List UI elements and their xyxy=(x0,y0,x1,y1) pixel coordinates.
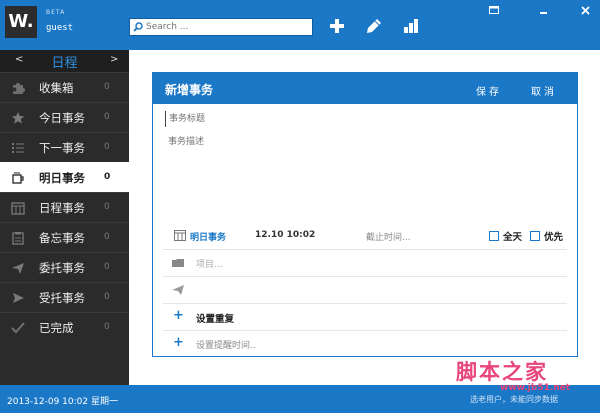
calendar-icon xyxy=(11,202,25,215)
clipboard-icon xyxy=(12,232,24,245)
stats-button[interactable] xyxy=(401,16,421,36)
task-title-input[interactable] xyxy=(165,111,565,127)
save-button[interactable]: 保存 xyxy=(476,83,502,98)
search-icon xyxy=(133,22,143,32)
folder-icon xyxy=(172,259,184,267)
window-menu-button[interactable] xyxy=(488,5,500,15)
reminder-row[interactable]: + 设置提醒时间.. xyxy=(163,330,567,356)
task-description-input[interactable] xyxy=(168,134,568,224)
send-icon xyxy=(12,263,24,274)
sidebar-item-entrusted[interactable]: 受托事务 0 xyxy=(0,282,129,312)
sidebar-item-completed[interactable]: 已完成 0 xyxy=(0,312,129,342)
close-icon xyxy=(580,5,590,15)
list-icon xyxy=(12,143,24,153)
reminder-setting[interactable]: 设置提醒时间.. xyxy=(196,338,256,351)
status-datetime: 2013-12-09 10:02 星期一 xyxy=(7,397,118,407)
pencil-icon xyxy=(367,19,381,33)
search-input[interactable] xyxy=(146,20,310,34)
repeat-row[interactable]: + 设置重复 xyxy=(163,303,567,329)
sidebar-item-next[interactable]: 下一事务 0 xyxy=(0,132,129,162)
add-reminder-icon: + xyxy=(173,335,184,350)
minimize-button[interactable] xyxy=(537,5,549,15)
project-row[interactable]: 项目... xyxy=(163,249,567,275)
watermark-logo: 脚本之家 xyxy=(456,360,548,384)
deadline-field[interactable]: 截止时间... xyxy=(366,230,411,243)
priority-checkbox[interactable] xyxy=(530,231,540,241)
sidebar-item-memo[interactable]: 备忘事务 0 xyxy=(0,222,129,252)
sidebar-item-today[interactable]: 今日事务 0 xyxy=(0,102,129,132)
due-row: 明日事务 12.10 10:02 截止时间... 全天 优先 xyxy=(163,223,567,249)
close-button[interactable] xyxy=(579,5,591,15)
window-menu-icon xyxy=(489,6,499,14)
top-bar: W. BETA guest xyxy=(0,0,600,50)
beta-badge: BETA xyxy=(46,9,66,16)
send-icon xyxy=(172,285,184,295)
delegate-row[interactable] xyxy=(163,276,567,302)
sidebar-item-tomorrow[interactable]: 明日事务 0 xyxy=(0,162,129,192)
cancel-button[interactable]: 取消 xyxy=(531,83,557,98)
sidebar-item-inbox[interactable]: 收集箱 0 xyxy=(0,72,129,102)
all-day-label: 全天 xyxy=(503,232,523,243)
sidebar-item-schedule[interactable]: 日程事务 0 xyxy=(0,192,129,222)
sidebar-header: < 日程 > xyxy=(0,50,129,72)
new-task-dialog: 新增事务 保存 取消 明日事务 12.10 10:02 截止时间... 全天 优… xyxy=(152,72,578,357)
search-box[interactable] xyxy=(129,18,313,36)
priority-label: 优先 xyxy=(544,232,564,243)
due-category[interactable]: 明日事务 xyxy=(190,230,226,243)
receive-icon xyxy=(13,293,24,303)
repeat-setting[interactable]: 设置重复 xyxy=(196,311,234,325)
add-repeat-icon: + xyxy=(173,308,184,323)
app-logo: W. xyxy=(5,6,37,38)
bar-chart-icon xyxy=(404,19,418,33)
star-icon xyxy=(12,112,24,124)
all-day-checkbox[interactable] xyxy=(489,231,499,241)
minimize-icon xyxy=(539,11,547,14)
project-field[interactable]: 项目... xyxy=(196,257,223,270)
sidebar-item-delegated[interactable]: 委托事务 0 xyxy=(0,252,129,282)
watermark-url: www.jb51.net xyxy=(500,383,571,393)
due-time[interactable]: 12.10 10:02 xyxy=(255,230,315,240)
coffee-cup-icon xyxy=(12,172,24,184)
dialog-title: 新增事务 xyxy=(165,83,214,97)
calendar-icon xyxy=(174,230,186,241)
dialog-header: 新增事务 保存 取消 xyxy=(153,73,577,104)
puzzle-icon xyxy=(13,83,25,94)
sync-status: 选老用户，未能同步数据 xyxy=(470,395,558,404)
add-button[interactable] xyxy=(327,16,347,36)
plus-icon xyxy=(330,19,344,33)
sidebar: < 日程 > 收集箱 0 今日事务 0 下一事务 0 明日事务 0 日程事务 0… xyxy=(0,50,129,385)
checkmark-icon xyxy=(11,322,25,334)
edit-button[interactable] xyxy=(364,16,384,36)
username[interactable]: guest xyxy=(46,23,73,33)
next-arrow-button[interactable]: > xyxy=(110,54,118,65)
